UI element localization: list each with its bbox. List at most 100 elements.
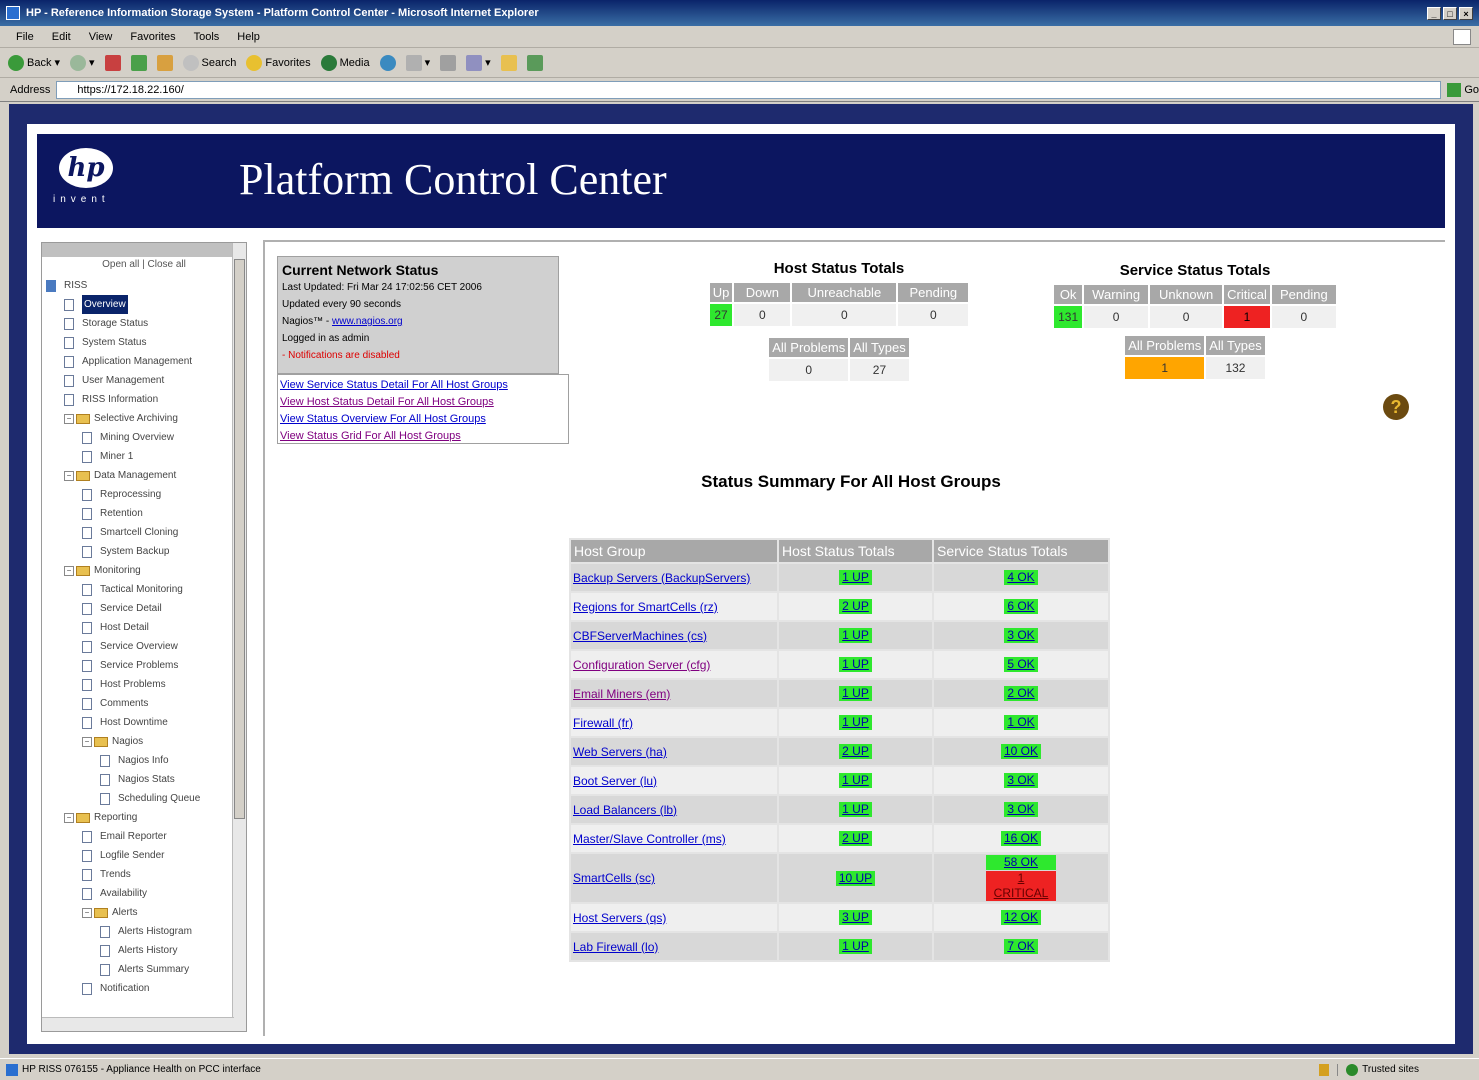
host-all-types-header[interactable]: All Types <box>850 338 909 357</box>
service-status-detail-link[interactable]: View Service Status Detail For All Host … <box>280 377 566 394</box>
tree-item[interactable]: Availability <box>42 884 246 903</box>
host-unreachable-header[interactable]: Unreachable <box>792 283 897 302</box>
tree-item[interactable]: Miner 1 <box>42 447 246 466</box>
host-up-header[interactable]: Up <box>709 283 733 302</box>
host-all-problems-header[interactable]: All Problems <box>769 338 849 357</box>
service-ok-badge[interactable]: 7 OK <box>1004 939 1038 954</box>
help-icon[interactable]: ? <box>1383 394 1409 420</box>
service-critical-header[interactable]: Critical <box>1224 285 1270 304</box>
service-unknown-header[interactable]: Unknown <box>1150 285 1223 304</box>
tree-item[interactable]: Mining Overview <box>42 428 246 447</box>
tree-item[interactable]: − Selective Archiving <box>42 409 246 428</box>
tree-item[interactable]: Tactical Monitoring <box>42 580 246 599</box>
tree-item[interactable]: Host Downtime <box>42 713 246 732</box>
favorites-button[interactable]: Favorites <box>246 54 311 71</box>
collapse-icon[interactable]: − <box>64 812 74 823</box>
tree-item[interactable]: RISS Information <box>42 390 246 409</box>
security-zone[interactable]: Trusted sites <box>1337 1063 1419 1076</box>
tree-item[interactable]: User Management <box>42 371 246 390</box>
host-up-badge[interactable]: 1 UP <box>839 628 872 643</box>
folder-button[interactable] <box>500 54 517 71</box>
close-button[interactable]: × <box>1459 6 1473 20</box>
host-group-link[interactable]: Load Balancers (lb) <box>573 803 677 817</box>
tree-item[interactable]: Logfile Sender <box>42 846 246 865</box>
host-up-badge[interactable]: 1 UP <box>839 686 872 701</box>
host-pending-header[interactable]: Pending <box>898 283 969 302</box>
minimize-button[interactable]: _ <box>1427 6 1441 20</box>
host-group-link[interactable]: Firewall (fr) <box>573 716 633 730</box>
tree-item[interactable]: − Reporting <box>42 808 246 827</box>
menu-favorites[interactable]: Favorites <box>130 31 175 43</box>
service-ok-header[interactable]: Ok <box>1054 285 1083 304</box>
host-up-badge[interactable]: 1 UP <box>839 939 872 954</box>
tree-item[interactable]: Trends <box>42 865 246 884</box>
service-pending-header[interactable]: Pending <box>1271 285 1336 304</box>
tree-item[interactable]: RISS <box>42 276 246 295</box>
service-ok-badge[interactable]: 1 OK <box>1004 715 1038 730</box>
service-critical-badge[interactable]: 1 CRITICAL <box>986 871 1056 901</box>
print-button[interactable] <box>440 54 457 71</box>
tree-item[interactable]: Email Reporter <box>42 827 246 846</box>
tree-item[interactable]: − Monitoring <box>42 561 246 580</box>
service-all-problems-header[interactable]: All Problems <box>1125 336 1205 355</box>
tree-item[interactable]: Nagios Stats <box>42 770 246 789</box>
host-group-link[interactable]: Backup Servers (BackupServers) <box>573 571 750 585</box>
tree-item[interactable]: Alerts Histogram <box>42 922 246 941</box>
mail-button[interactable]: ▾ <box>405 54 430 71</box>
host-group-link[interactable]: SmartCells (sc) <box>573 871 655 885</box>
status-grid-link[interactable]: View Status Grid For All Host Groups <box>280 428 566 445</box>
host-group-link[interactable]: Email Miners (em) <box>573 687 670 701</box>
tree-item[interactable]: Retention <box>42 504 246 523</box>
host-group-link[interactable]: CBFServerMachines (cs) <box>573 629 707 643</box>
collapse-icon[interactable]: − <box>64 565 74 576</box>
service-ok-badge[interactable]: 3 OK <box>1004 773 1038 788</box>
tree-horizontal-scrollbar[interactable] <box>42 1017 234 1031</box>
tree-vertical-scrollbar[interactable] <box>232 243 246 1031</box>
menu-help[interactable]: Help <box>237 31 260 43</box>
tree-item[interactable]: Smartcell Cloning <box>42 523 246 542</box>
stop-button[interactable] <box>104 54 121 71</box>
service-all-types-header[interactable]: All Types <box>1206 336 1265 355</box>
tree-item[interactable]: System Status <box>42 333 246 352</box>
open-close-all[interactable]: Open all | Close all <box>42 259 246 270</box>
messenger-button[interactable] <box>526 54 543 71</box>
host-up-badge[interactable]: 1 UP <box>839 570 872 585</box>
back-button[interactable]: Back ▾ <box>8 54 60 71</box>
maximize-button[interactable]: □ <box>1443 6 1457 20</box>
host-group-link[interactable]: Configuration Server (cfg) <box>573 658 710 672</box>
host-up-badge[interactable]: 2 UP <box>839 744 872 759</box>
service-ok-badge[interactable]: 10 OK <box>1000 744 1042 759</box>
host-group-link[interactable]: Lab Firewall (lo) <box>573 940 658 954</box>
collapse-icon[interactable]: − <box>82 907 92 918</box>
home-button[interactable] <box>156 54 173 71</box>
service-ok-badge[interactable]: 4 OK <box>1004 570 1038 585</box>
service-ok-badge[interactable]: 6 OK <box>1004 599 1038 614</box>
host-up-badge[interactable]: 3 UP <box>839 910 872 925</box>
tree-item[interactable]: Reprocessing <box>42 485 246 504</box>
edit-button[interactable]: ▾ <box>466 54 491 71</box>
service-warning-header[interactable]: Warning <box>1084 285 1149 304</box>
refresh-button[interactable] <box>130 54 147 71</box>
tree-item[interactable]: − Alerts <box>42 903 246 922</box>
tree-item[interactable]: Comments <box>42 694 246 713</box>
service-ok-badge[interactable]: 16 OK <box>1000 831 1042 846</box>
menu-tools[interactable]: Tools <box>194 31 220 43</box>
nagios-link[interactable]: www.nagios.org <box>332 316 403 327</box>
host-up-badge[interactable]: 10 UP <box>835 870 876 886</box>
tree-item[interactable]: Storage Status <box>42 314 246 333</box>
tree-item[interactable]: Alerts History <box>42 941 246 960</box>
tree-item[interactable]: Service Problems <box>42 656 246 675</box>
tree-item[interactable]: Application Management <box>42 352 246 371</box>
menu-edit[interactable]: Edit <box>52 31 71 43</box>
host-group-link[interactable]: Master/Slave Controller (ms) <box>573 832 726 846</box>
tree-item[interactable]: Service Detail <box>42 599 246 618</box>
host-up-badge[interactable]: 1 UP <box>839 657 872 672</box>
service-ok-badge[interactable]: 3 OK <box>1004 628 1038 643</box>
media-button[interactable]: Media <box>320 54 370 71</box>
service-ok-badge[interactable]: 5 OK <box>1004 657 1038 672</box>
address-input[interactable]: https://172.18.22.160/ <box>56 80 1442 99</box>
status-overview-link[interactable]: View Status Overview For All Host Groups <box>280 411 566 428</box>
tree-item[interactable]: Alerts Summary <box>42 960 246 979</box>
service-ok-badge[interactable]: 12 OK <box>1000 910 1042 925</box>
host-up-badge[interactable]: 1 UP <box>839 715 872 730</box>
